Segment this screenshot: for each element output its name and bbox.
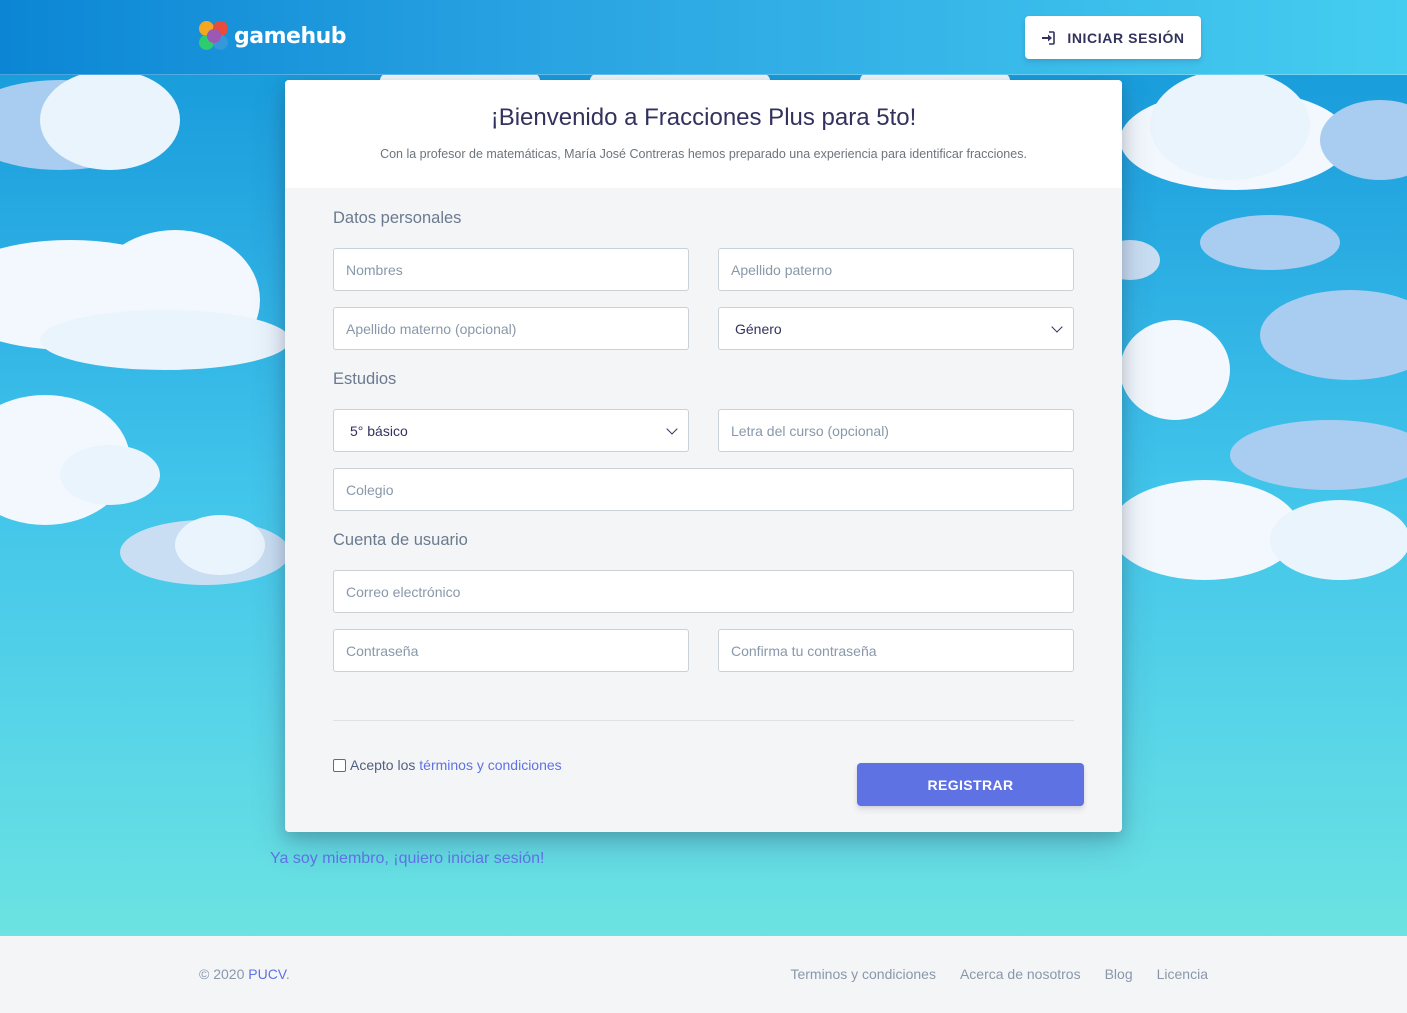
chevron-down-icon [666, 423, 678, 435]
copyright-suffix: . [285, 966, 290, 982]
footer-links: Terminos y condiciones Acerca de nosotro… [790, 966, 1208, 982]
divider [333, 720, 1074, 721]
cloud [1120, 320, 1230, 420]
footer-link-terms[interactable]: Terminos y condiciones [790, 966, 936, 982]
terms-row: Acepto los términos y condiciones [333, 757, 562, 773]
brand-name: gamehub [234, 23, 347, 49]
footer: © 2020 PUCV. Terminos y condiciones Acer… [0, 936, 1407, 1013]
cloud [1320, 100, 1407, 180]
section-studies: Estudios [333, 370, 397, 388]
pucv-link[interactable]: PUCV [248, 966, 286, 982]
curso-select[interactable]: 5° básico [333, 409, 689, 452]
copyright: © 2020 PUCV. [199, 966, 290, 982]
section-user-account: Cuenta de usuario [333, 531, 468, 549]
cloud [1230, 420, 1407, 490]
cloud [1200, 215, 1340, 270]
genero-select[interactable]: Género [718, 307, 1074, 350]
footer-link-blog[interactable]: Blog [1105, 966, 1133, 982]
terms-link[interactable]: términos y condiciones [419, 757, 561, 773]
terms-checkbox[interactable] [333, 758, 346, 772]
cloud [40, 70, 180, 170]
genero-select-value: Género [735, 320, 782, 337]
registration-card: ¡Bienvenido a Fracciones Plus para 5to! … [285, 80, 1122, 832]
cloud [1260, 290, 1407, 380]
cloud [1150, 70, 1310, 180]
cloud [175, 515, 265, 575]
login-button[interactable]: INICIAR SESIÓN [1025, 16, 1201, 59]
brand[interactable]: gamehub [199, 20, 347, 52]
curso-select-value: 5° básico [350, 422, 408, 439]
cloud [60, 445, 160, 505]
colegio-input[interactable] [333, 468, 1074, 511]
copyright-prefix: © 2020 [199, 966, 245, 982]
chevron-down-icon [1051, 321, 1063, 333]
email-field[interactable] [333, 570, 1074, 613]
card-title: ¡Bienvenido a Fracciones Plus para 5to! [490, 104, 917, 131]
card-subtitle: Con la profesor de matemáticas, María Jo… [380, 147, 1027, 161]
sign-in-icon [1041, 30, 1056, 45]
confirm-password-field[interactable] [718, 629, 1074, 672]
card-header: ¡Bienvenido a Fracciones Plus para 5to! … [285, 80, 1122, 188]
cloud [40, 310, 290, 370]
footer-link-license[interactable]: Licencia [1157, 966, 1208, 982]
apellido-paterno-input[interactable] [718, 248, 1074, 291]
footer-link-about[interactable]: Acerca de nosotros [960, 966, 1081, 982]
apellido-materno-input[interactable] [333, 307, 689, 350]
gamehub-logo-icon [199, 21, 229, 51]
password-field[interactable] [333, 629, 689, 672]
already-member-link[interactable]: Ya soy miembro, ¡quiero iniciar sesión! [270, 850, 544, 868]
letra-curso-input[interactable] [718, 409, 1074, 452]
login-button-label: INICIAR SESIÓN [1067, 29, 1185, 46]
nombres-input[interactable] [333, 248, 689, 291]
top-navbar: gamehub INICIAR SESIÓN [0, 0, 1407, 75]
section-personal-data: Datos personales [333, 209, 462, 227]
register-button[interactable]: REGISTRAR [857, 763, 1084, 806]
cloud [1270, 500, 1407, 580]
terms-prefix: Acepto los [350, 757, 416, 773]
